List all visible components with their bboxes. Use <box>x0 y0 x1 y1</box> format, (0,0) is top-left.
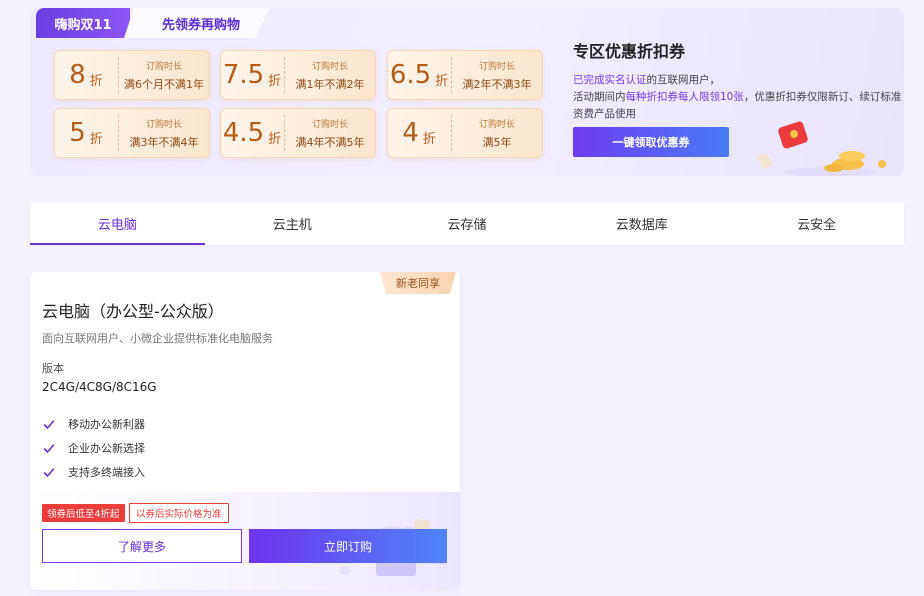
coupon-label: 订购时长 <box>478 119 515 130</box>
product-title: 云电脑（办公型-公众版） <box>42 302 224 321</box>
coupon-label: 订购时长 <box>478 61 515 72</box>
discount-tag: 领券后低至4折起 <box>42 504 125 522</box>
learn-more-button[interactable]: 了解更多 <box>42 529 242 563</box>
coupon-discount: 5 <box>69 118 86 148</box>
banner-tab-sub-label: 先领券再购物 <box>124 8 270 38</box>
product-subtitle: 面向互联网用户、小微企业提供标准化电脑服务 <box>42 332 273 345</box>
tab-cloud-database[interactable]: 云数据库 <box>554 202 729 245</box>
version-value: 2C4G/4C8G/8C16G <box>42 380 157 394</box>
feature-text: 企业办公新选择 <box>68 442 145 455</box>
order-now-button[interactable]: 立即订购 <box>249 529 447 563</box>
feature-item: 企业办公新选择 <box>42 436 145 460</box>
feature-text: 支持多终端接入 <box>68 466 145 479</box>
claim-coupons-button[interactable]: 一键领取优惠券 <box>573 127 729 157</box>
coupon-card[interactable]: 5折 订购时长满3年不满4年 <box>54 108 210 158</box>
coupon-unit: 折 <box>268 73 282 89</box>
coupon-discount: 8 <box>69 60 86 90</box>
coupon-label: 订购时长 <box>145 119 182 130</box>
coupon-label: 订购时长 <box>311 119 348 130</box>
gift-illustration-icon <box>757 121 886 176</box>
banner-title: 专区优惠折扣券 <box>573 42 686 61</box>
tab-cloud-security[interactable]: 云安全 <box>729 202 904 245</box>
coupon-card[interactable]: 4.5 折 订购时长满4年不满5年 <box>220 108 376 158</box>
coupon-term: 满1年不满2年 <box>295 77 365 91</box>
banner-tab-label: 嗨购双11 <box>36 8 130 38</box>
coupon-card[interactable]: 7.5 折 订购时长满1年不满2年 <box>220 50 376 100</box>
check-icon <box>43 443 55 454</box>
desc-text: 活动期间内 <box>573 91 626 103</box>
coupon-term: 满5年 <box>482 135 512 149</box>
tab-cloud-host[interactable]: 云主机 <box>205 202 380 245</box>
desc-text: 的互联网用户， <box>646 74 721 86</box>
version-label: 版本 <box>42 362 64 375</box>
product-tabs: 云电脑 云主机 云存储 云数据库 云安全 <box>30 202 904 245</box>
coupon-unit: 折 <box>89 73 103 89</box>
card-footer: 领券后低至4折起 以券后实际价格为准 了解更多 立即订购 <box>30 492 460 590</box>
desc-highlight: 每种折扣券每人限领10张 <box>625 91 744 103</box>
desc-highlight: 已完成实名认证 <box>573 74 647 86</box>
coupon-term: 满2年不满3年 <box>462 77 532 91</box>
coupon-discount: 4 <box>402 118 419 148</box>
coupon-label: 订购时长 <box>145 61 182 72</box>
coupon-term: 满4年不满5年 <box>295 135 365 149</box>
coupon-card[interactable]: 8折 订购时长满6个月不满1年 <box>54 50 210 100</box>
banner-info: 专区优惠折扣券 已完成实名认证的互联网用户， 活动期间内每种折扣券每人限领10张… <box>573 38 903 123</box>
check-icon <box>43 419 55 430</box>
coupon-term: 满3年不满4年 <box>129 135 199 149</box>
coupon-unit: 折 <box>422 131 436 147</box>
feature-item: 支持多终端接入 <box>42 460 145 484</box>
check-icon <box>43 467 55 478</box>
tab-cloud-storage[interactable]: 云存储 <box>380 202 555 245</box>
feature-item: 移动办公新利器 <box>42 412 145 436</box>
price-note-tag: 以券后实际价格为准 <box>129 503 229 523</box>
coupon-label: 订购时长 <box>311 61 348 72</box>
coupon-unit: 折 <box>268 131 282 147</box>
coupon-term: 满6个月不满1年 <box>124 77 204 91</box>
feature-list: 移动办公新利器 企业办公新选择 支持多终端接入 <box>42 412 145 484</box>
coupon-discount: 6.5 <box>389 60 432 90</box>
feature-text: 移动办公新利器 <box>68 418 145 431</box>
promo-banner: 嗨购双11 先领券再购物 8折 订购时长 满6个月不满1年 7.5 折 订购时长 满1… <box>30 8 904 176</box>
coupon-card[interactable]: 4折 订购时长满5年 <box>387 108 543 158</box>
coupon-unit: 折 <box>89 131 103 147</box>
coupon-discount: 7.5 <box>222 60 265 90</box>
coupon-discount: 4.5 <box>222 118 265 148</box>
tab-cloud-pc[interactable]: 云电脑 <box>30 202 205 245</box>
product-card: 新老同享 云电脑（办公型-公众版） 面向互联网用户、小微企业提供标准化电脑服务 … <box>30 272 460 590</box>
coupon-unit: 折 <box>435 73 449 89</box>
coupon-card[interactable]: 6.5 折 订购时长满2年不满3年 <box>387 50 543 100</box>
new-old-badge: 新老同享 <box>380 272 456 294</box>
